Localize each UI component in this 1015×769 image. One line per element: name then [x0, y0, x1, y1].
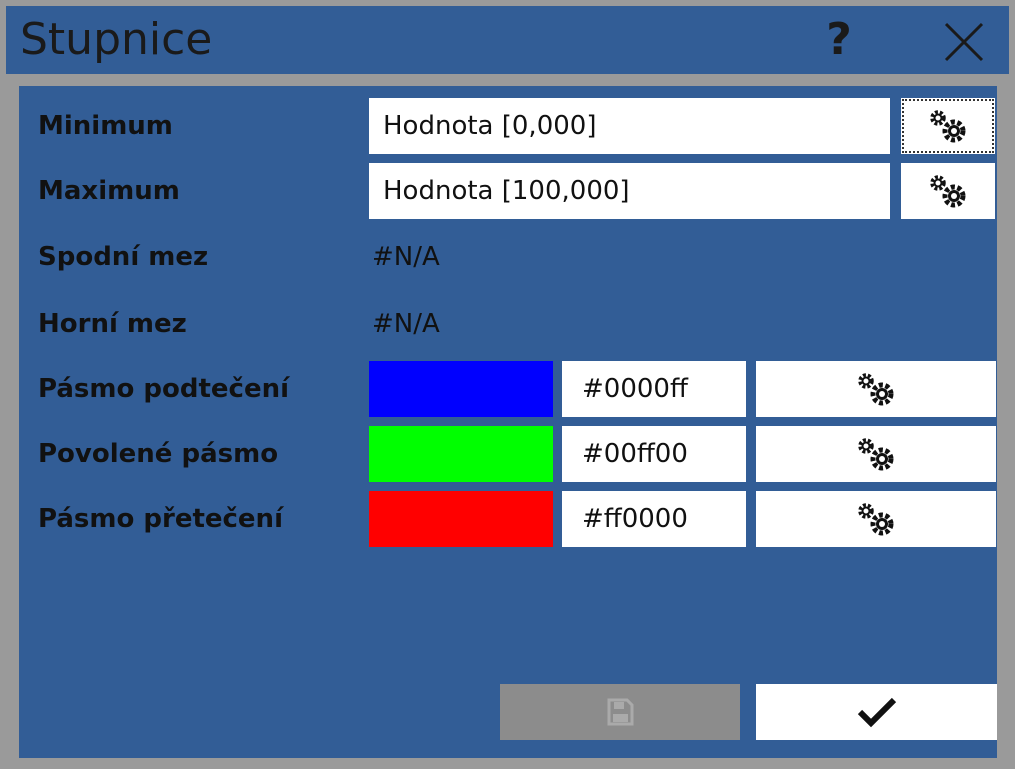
- lower-limit-label: Spodní mez: [38, 242, 209, 272]
- checkmark-icon: [857, 697, 896, 728]
- close-button[interactable]: [936, 14, 992, 70]
- overflow-band-hex[interactable]: #ff0000: [562, 491, 746, 547]
- underflow-band-settings-button[interactable]: [756, 361, 996, 417]
- allowed-band-hex[interactable]: #00ff00: [562, 426, 746, 482]
- upper-limit-value: #N/A: [372, 309, 440, 339]
- save-button[interactable]: [500, 684, 740, 740]
- maximum-settings-button[interactable]: [901, 163, 995, 219]
- minimum-field[interactable]: Hodnota [0,000]: [369, 98, 890, 154]
- title-bar: Stupnice ?: [6, 6, 1009, 74]
- overflow-band-swatch[interactable]: [369, 491, 553, 547]
- lower-limit-value: #N/A: [372, 242, 440, 272]
- save-icon: [607, 698, 634, 726]
- underflow-band-label: Pásmo podtečení: [38, 374, 289, 404]
- gear-icon: [858, 438, 894, 471]
- scale-dialog: Stupnice ? Minimum Hodnota [0,000] Maxim…: [0, 0, 1015, 769]
- allowed-band-label: Povolené pásmo: [38, 439, 279, 469]
- gear-icon: [858, 373, 894, 406]
- maximum-label: Maximum: [38, 176, 180, 206]
- minimum-label: Minimum: [38, 111, 173, 141]
- underflow-band-hex[interactable]: #0000ff: [562, 361, 746, 417]
- maximum-field[interactable]: Hodnota [100,000]: [369, 163, 890, 219]
- allowed-band-settings-button[interactable]: [756, 426, 996, 482]
- close-icon: [944, 22, 984, 62]
- underflow-band-swatch[interactable]: [369, 361, 553, 417]
- gear-icon: [930, 175, 966, 208]
- overflow-band-label: Pásmo přetečení: [38, 504, 283, 534]
- ok-button[interactable]: [756, 684, 997, 740]
- overflow-band-settings-button[interactable]: [756, 491, 996, 547]
- gear-icon: [858, 503, 894, 536]
- dialog-body: Minimum Hodnota [0,000] Maximum Hodnota …: [19, 86, 997, 758]
- minimum-settings-button[interactable]: [901, 98, 995, 154]
- gear-icon: [930, 110, 966, 143]
- help-button[interactable]: ?: [814, 12, 864, 68]
- allowed-band-swatch[interactable]: [369, 426, 553, 482]
- dialog-title: Stupnice: [20, 14, 213, 65]
- upper-limit-label: Horní mez: [38, 309, 187, 339]
